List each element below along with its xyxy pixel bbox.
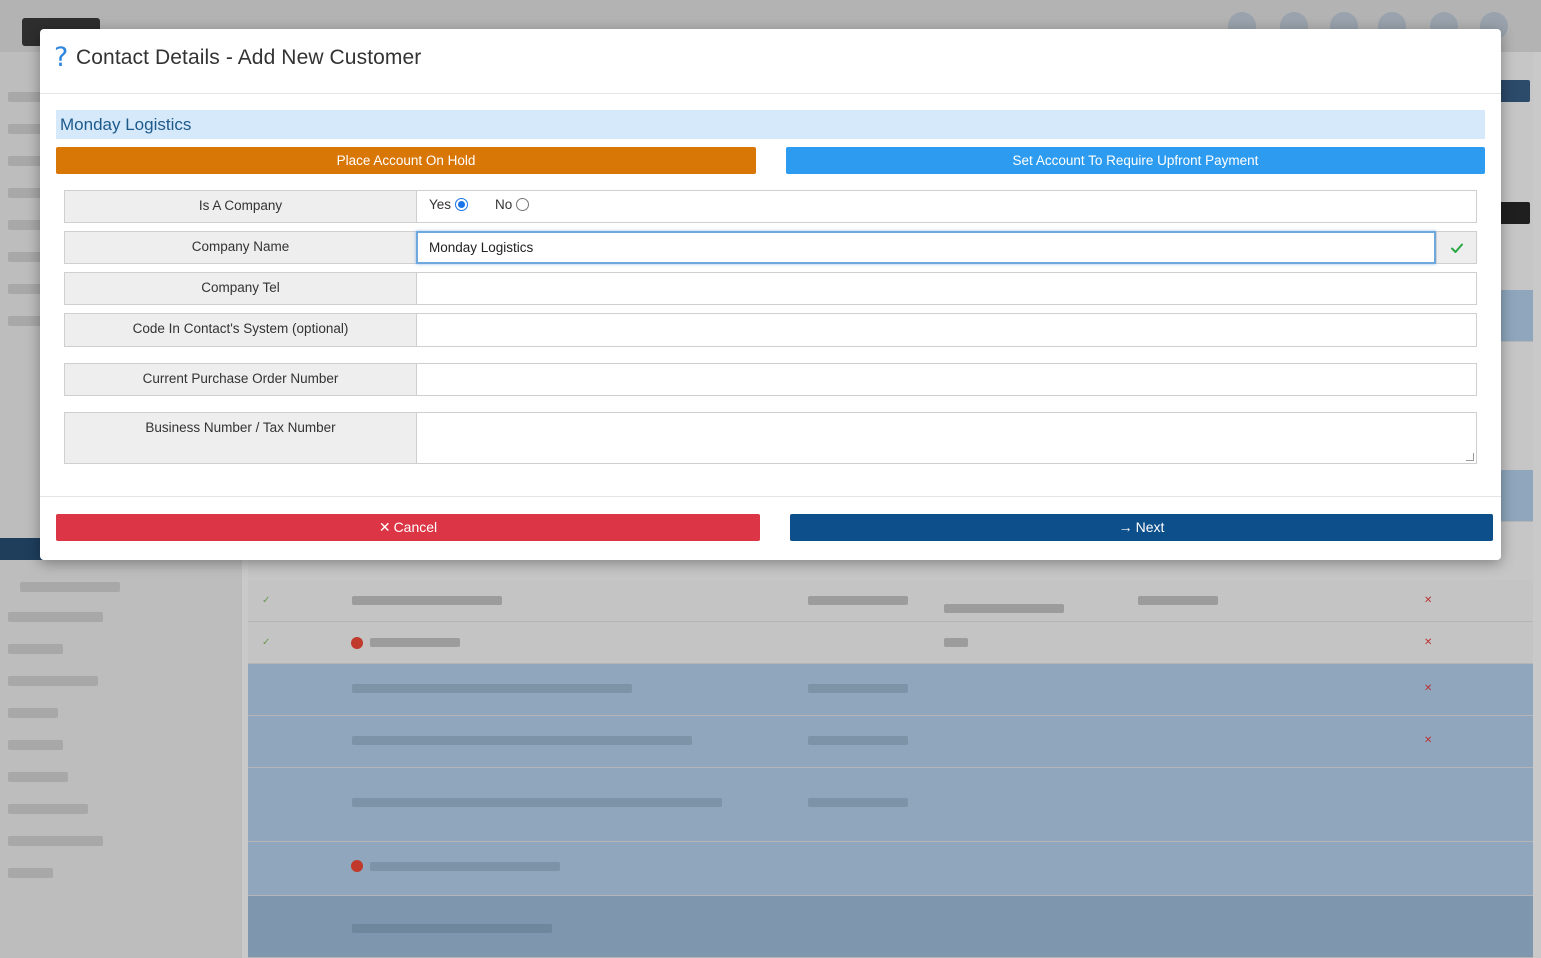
- background-check-icon: ✓: [262, 637, 271, 648]
- background-text: [808, 684, 908, 693]
- background-sidebar-item: [8, 836, 103, 846]
- background-table-row: [248, 896, 1533, 958]
- code-in-system-label: Code In Contact's System (optional): [64, 313, 417, 347]
- background-close-icon: ✕: [1424, 735, 1433, 746]
- company-name-label-text: Company Name: [191, 239, 290, 254]
- background-sidebar-item: [8, 612, 103, 622]
- background-sidebar-item: [8, 804, 88, 814]
- no-radio[interactable]: [516, 198, 530, 211]
- background-text: [944, 604, 1064, 613]
- is-company-row: Is A Company Yes No: [64, 190, 1477, 223]
- background-table-row: ✕: [248, 664, 1533, 716]
- background-text: [352, 684, 632, 693]
- place-account-on-hold-button[interactable]: Place Account On Hold: [56, 147, 756, 174]
- background-text: [370, 862, 560, 871]
- background-table-row: ✕: [248, 716, 1533, 768]
- is-company-label: Is A Company: [64, 190, 417, 223]
- code-in-system-input[interactable]: [417, 314, 1476, 346]
- background-close-icon: ✕: [1424, 595, 1433, 606]
- company-name-valid-addon: [1436, 231, 1477, 264]
- yes-radio[interactable]: [455, 198, 469, 211]
- background-text: [352, 596, 502, 605]
- background-text: [1138, 596, 1218, 605]
- background-sidebar-item: [8, 740, 63, 750]
- is-company-radio-group: Yes No: [429, 197, 530, 212]
- no-radio-label[interactable]: No: [495, 197, 512, 212]
- background-text: [808, 736, 908, 745]
- company-name-input[interactable]: [416, 231, 1436, 264]
- cancel-button[interactable]: ✕ Cancel: [56, 514, 760, 541]
- next-button[interactable]: → Next: [790, 514, 1493, 541]
- purchase-order-label: Current Purchase Order Number: [64, 363, 417, 396]
- background-text: [808, 596, 908, 605]
- company-tel-row: Company Tel: [64, 272, 1477, 305]
- company-tel-input[interactable]: [417, 273, 1476, 304]
- modal-footer: ✕ Cancel → Next: [40, 496, 1501, 560]
- background-status-dot: [351, 637, 363, 649]
- arrow-right-icon: →: [1118, 519, 1133, 535]
- purchase-order-field: [416, 363, 1477, 396]
- background-table-row: ✓ ✕: [248, 622, 1533, 664]
- yes-radio-label[interactable]: Yes: [429, 197, 451, 212]
- background-table-row: [248, 768, 1533, 842]
- code-in-system-label-text: Code In Contact's System (optional): [132, 321, 349, 336]
- company-name-banner: Monday Logistics: [56, 110, 1485, 139]
- tax-number-label: Business Number / Tax Number: [64, 412, 417, 464]
- background-sidebar-item: [8, 772, 68, 782]
- background-text: [370, 638, 460, 647]
- background-sidebar-item: [20, 582, 120, 592]
- modal-header: ? Contact Details - Add New Customer: [40, 29, 1501, 94]
- tax-number-row: Business Number / Tax Number: [64, 412, 1477, 464]
- background-status-dot: [351, 860, 363, 872]
- background-sidebar-item: [8, 676, 98, 686]
- tax-number-field: [416, 412, 1477, 464]
- add-customer-modal: ? Contact Details - Add New Customer Mon…: [40, 29, 1501, 560]
- is-company-field: Yes No: [416, 190, 1477, 223]
- close-icon: ✕: [378, 519, 391, 535]
- help-icon[interactable]: ?: [54, 42, 68, 74]
- company-tel-label: Company Tel: [64, 272, 417, 305]
- next-button-label: Next: [1135, 519, 1165, 535]
- background-sidebar-item: [8, 644, 63, 654]
- code-in-system-field: [416, 313, 1477, 347]
- resize-grip-icon[interactable]: [1466, 453, 1474, 461]
- background-table-row: [248, 842, 1533, 896]
- purchase-order-input[interactable]: [417, 364, 1476, 395]
- tax-number-textarea[interactable]: [417, 413, 1476, 463]
- cancel-button-label: Cancel: [393, 519, 438, 535]
- background-text: [352, 924, 552, 933]
- purchase-order-row: Current Purchase Order Number: [64, 363, 1477, 396]
- background-check-icon: ✓: [262, 595, 271, 606]
- background-text: [808, 798, 908, 807]
- code-in-system-row: Code In Contact's System (optional): [64, 313, 1477, 347]
- purchase-order-label-text: Current Purchase Order Number: [142, 371, 339, 386]
- is-company-label-text: Is A Company: [198, 198, 283, 213]
- company-tel-field: [416, 272, 1477, 305]
- background-text: [352, 736, 692, 745]
- company-name-label: Company Name: [64, 231, 417, 264]
- background-sidebar-item: [8, 708, 58, 718]
- tax-number-label-text: Business Number / Tax Number: [145, 420, 336, 435]
- company-tel-label-text: Company Tel: [201, 280, 280, 295]
- background-close-icon: ✕: [1424, 683, 1433, 694]
- require-upfront-payment-button[interactable]: Set Account To Require Upfront Payment: [786, 147, 1485, 174]
- company-name-field: [416, 231, 1436, 264]
- company-name-row: Company Name: [64, 231, 1477, 264]
- background-text: [944, 638, 968, 647]
- background-close-icon: ✕: [1424, 637, 1433, 648]
- modal-title: Contact Details - Add New Customer: [76, 46, 422, 69]
- background-text: [352, 798, 722, 807]
- background-table-row: ✓ ✕: [248, 580, 1533, 622]
- check-icon: [1451, 243, 1463, 253]
- background-sidebar-item: [8, 868, 53, 878]
